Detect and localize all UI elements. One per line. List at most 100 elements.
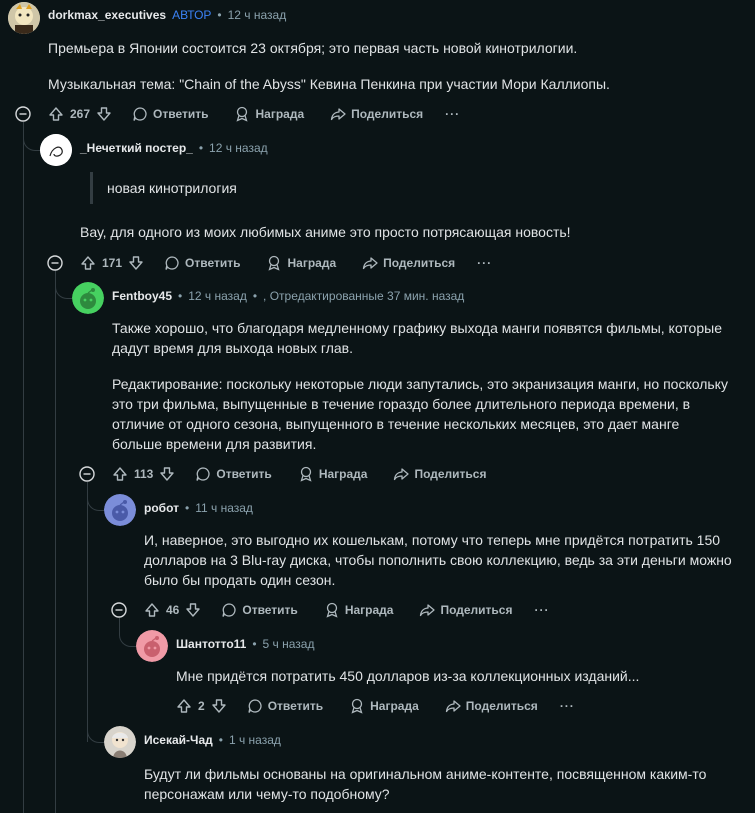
share-label: Поделиться [383,256,456,270]
upvote-button[interactable] [144,602,160,618]
comment-icon [165,256,179,270]
comment-actions: 267 Ответить Награда Поделиться ··· [48,106,460,122]
comment-meta: Fentboy45 • 12 ч назад • , Отредактирова… [112,289,464,303]
award-button[interactable]: Награда [349,698,419,714]
downvote-icon [211,699,226,713]
timestamp[interactable]: 12 ч назад [188,289,247,303]
reply-button[interactable]: Ответить [247,698,323,714]
thread-line [87,482,88,742]
upvote-button[interactable] [48,106,64,122]
reply-label: Ответить [216,467,272,481]
comment-actions: 113 Ответить Награда Поделиться [112,466,486,482]
comment-paragraph: Также хорошо, что благодаря медленному г… [112,320,722,356]
comment-icon [133,107,147,121]
downvote-button[interactable] [96,106,112,122]
more-options-icon[interactable]: ··· [560,699,575,713]
award-button[interactable]: Награда [324,602,394,618]
username[interactable]: Fentboy45 [112,289,172,303]
reply-label: Ответить [153,107,209,121]
downvote-button[interactable] [128,255,144,271]
username[interactable]: Шантотто11 [176,637,246,651]
share-icon [394,468,410,481]
collapse-icon[interactable] [15,106,31,122]
upvote-icon [49,107,63,121]
upvote-button[interactable] [80,255,96,271]
timestamp[interactable]: 11 ч назад [195,501,253,515]
comment-actions: 171 Ответить Награда Поделиться ··· [80,255,492,271]
separator-dot: • [178,289,183,303]
timestamp[interactable]: 12 ч назад [228,8,287,22]
upvote-icon [145,603,159,617]
comment-actions: 46 Ответить Награда Поделиться ··· [144,602,549,618]
share-button[interactable]: Поделиться [393,466,486,482]
avatar[interactable] [136,630,168,662]
more-options-icon[interactable]: ··· [477,256,492,270]
timestamp[interactable]: 1 ч назад [229,733,281,747]
comment-body: Мне придётся потратить 450 долларов из-з… [176,666,736,686]
comment-body: Вау, для одного из моих любимых аниме эт… [80,222,740,242]
downvote-button[interactable] [185,602,201,618]
share-button[interactable]: Поделиться [445,698,538,714]
timestamp[interactable]: 12 ч назад [209,141,268,155]
award-icon [351,698,363,714]
avatar[interactable] [104,494,136,526]
avatar[interactable] [40,134,72,166]
comment-body: Также хорошо, что благодаря медленному г… [112,318,732,454]
username[interactable]: dorkmax_executives [48,8,166,22]
upvote-button[interactable] [112,466,128,482]
award-button[interactable]: Награда [266,255,336,271]
share-label: Поделиться [440,603,513,617]
comment-icon [196,467,210,481]
share-button[interactable]: Поделиться [330,106,423,122]
timestamp[interactable]: 5 ч назад [263,637,315,651]
upvote-icon [177,699,191,713]
collapse-icon[interactable] [47,255,63,271]
comment-meta: Исекай-Чад • 1 ч назад [144,733,281,747]
username[interactable]: робот [144,501,179,515]
downvote-icon [97,107,111,121]
separator-dot: • [184,501,190,515]
award-label: Награда [287,256,337,270]
share-label: Поделиться [465,699,538,713]
comment-icon [248,699,262,713]
award-label: Награда [370,699,419,713]
thread-branch [87,482,104,511]
avatar[interactable] [72,282,104,314]
share-label: Поделиться [414,467,487,481]
username[interactable]: _Нечеткий постер_ [80,141,193,155]
downvote-button[interactable] [211,698,227,714]
reply-label: Ответить [267,699,324,713]
share-icon [362,257,378,270]
share-button[interactable]: Поделиться [419,602,512,618]
award-icon [268,255,281,271]
vote-count: 113 [134,467,154,481]
more-options-icon[interactable]: ··· [445,107,460,121]
upvote-button[interactable] [176,698,192,714]
comment-paragraph: Вау, для одного из моих любимых аниме эт… [80,224,571,240]
avatar[interactable] [104,726,136,758]
award-label: Награда [344,603,394,617]
reply-button[interactable]: Ответить [132,106,208,122]
avatar[interactable] [8,2,40,34]
comment-icon [222,603,236,617]
comment-paragraph: Редактирование: поскольку некоторые люди… [112,376,728,452]
username[interactable]: Исекай-Чад [144,733,213,747]
reply-button[interactable]: Ответить [195,466,272,482]
collapse-icon[interactable] [79,466,95,482]
award-icon [236,106,249,122]
comment-paragraph: Премьера в Японии состоится 23 октября; … [48,40,578,56]
comment-paragraph: И, наверное, это выгодно их кошелькам, п… [144,532,732,588]
downvote-button[interactable] [159,466,175,482]
reply-button[interactable]: Ответить [221,602,298,618]
award-label: Награда [318,467,368,481]
collapse-icon[interactable] [111,602,127,618]
reply-button[interactable]: Ответить [164,255,240,271]
thread-branch [55,270,72,299]
more-options-icon[interactable]: ··· [534,603,549,617]
thread-branch [119,618,136,647]
separator-dot: • [252,637,257,651]
award-button[interactable]: Награда [234,106,304,122]
comment-paragraph: Будут ли фильмы основаны на оригинальном… [144,766,707,802]
award-button[interactable]: Награда [298,466,368,482]
share-button[interactable]: Поделиться [362,255,455,271]
